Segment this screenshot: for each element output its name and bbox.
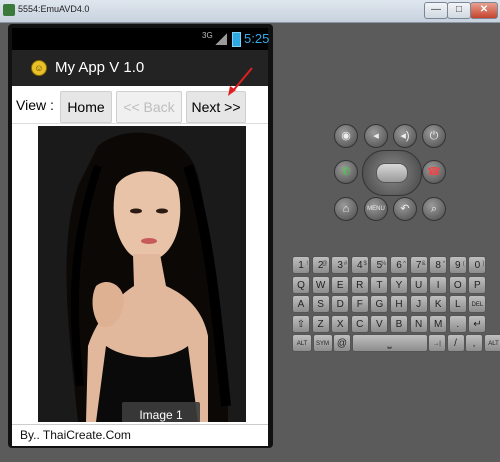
key-1[interactable]: 1! [292,256,310,274]
key-x[interactable]: X [331,314,350,333]
key-⇧[interactable]: ⇧ [292,314,310,333]
key-z[interactable]: Z [311,314,330,333]
footer: By.. ThaiCreate.Com [12,424,268,446]
key-xx[interactable]: →| [428,334,446,352]
key-alt[interactable]: ALT [483,334,500,352]
portrait-photo [38,126,246,422]
key-,[interactable]: , [465,334,483,352]
status-bar: 3G 5:25 [12,28,270,50]
key-@[interactable]: @ [333,334,351,352]
key-h[interactable]: H [390,295,408,313]
key-del[interactable]: DEL [468,295,487,313]
key-.[interactable]: . [448,314,467,333]
window-title: 5554:EmuAVD4.0 [18,4,90,14]
key-3[interactable]: 3 # [331,256,350,274]
key-v[interactable]: V [370,314,389,333]
key-r[interactable]: R [350,275,369,294]
volume-down-icon[interactable]: ◂ [364,124,388,148]
key-/[interactable]: / [446,334,465,352]
key-9[interactable]: 9( [448,256,467,274]
minimize-button[interactable]: — [424,2,448,19]
view-label: View : [16,97,54,113]
key-k[interactable]: K [429,295,448,313]
back-button[interactable]: << Back [116,91,182,123]
key-alt[interactable]: ALT [292,334,312,352]
key-c[interactable]: C [350,314,369,333]
image-toast: Image 1 [122,402,200,422]
search-icon[interactable]: ⌕ [422,197,446,221]
key-i[interactable]: I [429,275,448,294]
key-b[interactable]: B [390,314,408,333]
battery-icon [232,32,241,47]
divider [12,123,268,124]
key-p[interactable]: P [468,275,487,294]
key-5[interactable]: 5% [370,256,389,274]
back-icon[interactable]: ↶ [393,197,417,221]
volume-up-icon[interactable]: ◂) [393,124,417,148]
home-button[interactable]: Home [60,91,112,123]
image-view[interactable]: Image 1 [38,126,246,422]
app-icon: ☺ [31,60,47,76]
camera-icon[interactable]: ◉ [334,124,358,148]
signal-icon [215,33,227,45]
key-f[interactable]: F [350,295,369,313]
dpad-center-button[interactable] [376,163,408,183]
key-g[interactable]: G [370,295,389,313]
key-0[interactable]: 0) [468,256,487,274]
key-8[interactable]: 8 * [429,256,448,274]
hardware-keyboard: 1! 2 @3 #4 $5% 6 ^ 7 & 8 * 9(0) Q W E R T Y U I O P A S D F G H J K L D… [292,256,500,352]
menu-button[interactable]: MENU [364,197,388,221]
key-2[interactable]: 2 @ [311,256,330,274]
key-u[interactable]: U [409,275,428,294]
app-content: View : Home << Back Next >> Image 1 [12,86,268,424]
key-space[interactable]: ⎵ [351,334,428,352]
key-l[interactable]: L [448,295,467,313]
key-m[interactable]: M [429,314,448,333]
footer-text: By.. ThaiCreate.Com [20,428,131,442]
key-j[interactable]: J [409,295,428,313]
annotation-arrow-icon [228,67,253,96]
key-d[interactable]: D [331,295,350,313]
key-4[interactable]: 4 $ [350,256,369,274]
key-a[interactable]: A [292,295,310,313]
key-y[interactable]: Y [390,275,408,294]
app-title: My App V 1.0 [55,59,145,76]
key-↵[interactable]: ↵ [468,314,487,333]
end-call-icon[interactable]: ☎ [422,160,446,184]
key-sym[interactable]: SYM [312,334,333,352]
close-button[interactable]: ✕ [470,2,498,19]
key-s[interactable]: S [311,295,330,313]
key-q[interactable]: Q [292,275,310,294]
call-icon[interactable]: ✆ [334,160,358,184]
key-7[interactable]: 7 & [409,256,428,274]
key-t[interactable]: T [370,275,389,294]
window-titlebar: 5554:EmuAVD4.0 — □ ✕ [0,0,500,23]
key-n[interactable]: N [409,314,428,333]
key-o[interactable]: O [448,275,467,294]
maximize-button[interactable]: □ [447,2,471,19]
status-time: 5:25 [244,31,270,46]
network-indicator: 3G [202,31,213,40]
power-icon[interactable]: ⏻ [422,124,446,148]
home-icon[interactable]: ⌂ [334,197,358,221]
key-e[interactable]: E [331,275,350,294]
key-w[interactable]: W [311,275,330,294]
key-6[interactable]: 6 ^ [390,256,408,274]
emulator-app-icon [3,4,15,16]
